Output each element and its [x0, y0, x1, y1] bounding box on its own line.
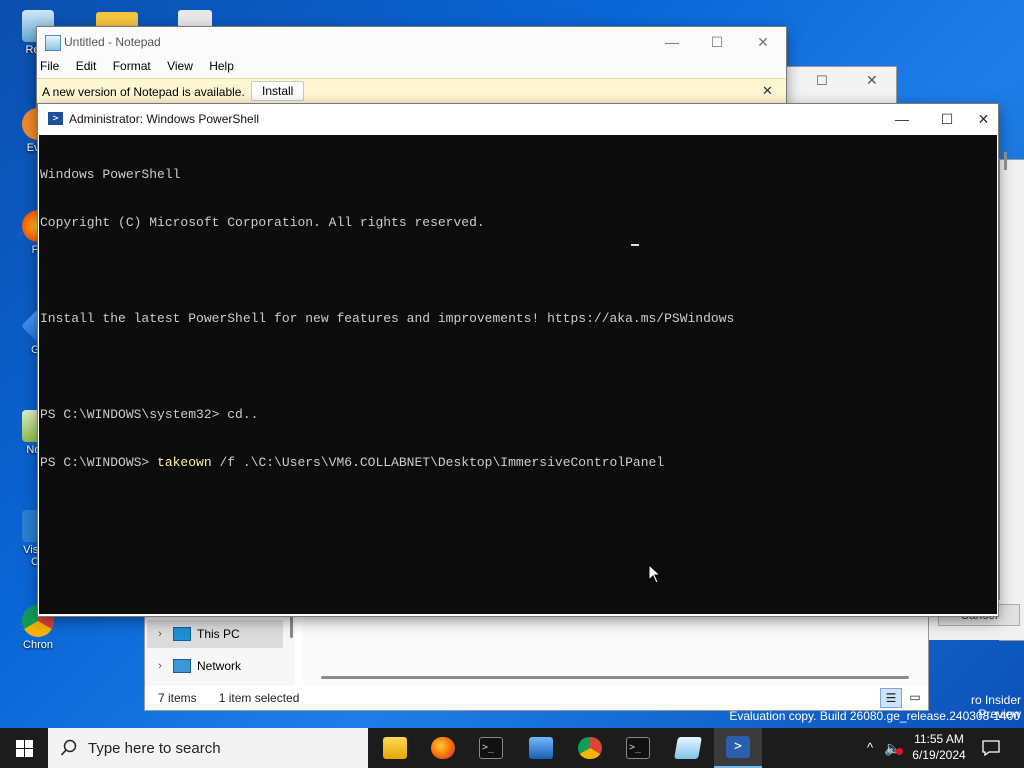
- details-view-icon[interactable]: ☰: [880, 688, 902, 708]
- maximize-button[interactable]: ☐: [924, 104, 970, 134]
- menu-edit[interactable]: Edit: [76, 59, 97, 73]
- text-cursor: [631, 244, 639, 246]
- taskbar-perfmon[interactable]: [517, 728, 565, 768]
- monitor-chart-icon: [529, 737, 553, 759]
- taskbar-notepad[interactable]: [664, 728, 712, 768]
- selection-count: 1 item selected: [218, 691, 300, 705]
- install-button[interactable]: Install: [251, 81, 305, 101]
- nav-pane-scrollbar[interactable]: [290, 616, 293, 638]
- notepad-icon: [674, 737, 702, 759]
- this-pc-icon: [173, 627, 191, 641]
- item-count: 7 items: [158, 691, 197, 705]
- taskbar: Type here to search >_ >_ > ^ 🔈 11:55 AM…: [0, 728, 1024, 768]
- console-input-line: PS C:\WINDOWS> takeown /f .\C:\Users\VM6…: [39, 455, 997, 471]
- nav-item-network[interactable]: › Network: [147, 652, 283, 680]
- close-button[interactable]: ✕: [969, 104, 998, 134]
- console-line: Copyright (C) Microsoft Corporation. All…: [40, 215, 485, 230]
- console-line: Install the latest PowerShell for new fe…: [40, 311, 735, 326]
- menu-view[interactable]: View: [167, 59, 193, 73]
- firefox-icon: [431, 737, 455, 759]
- powershell-title: Administrator: Windows PowerShell: [69, 112, 260, 126]
- update-banner: A new version of Notepad is available. I…: [37, 78, 786, 104]
- chrome-icon: [578, 737, 602, 759]
- windows-logo-icon: [15, 739, 33, 757]
- maximize-button[interactable]: ☐: [694, 27, 740, 57]
- command-text: takeown: [157, 455, 212, 470]
- terminal-icon: >_: [626, 737, 650, 759]
- notepad-window: Untitled - Notepad — ☐ ✕ File Edit Forma…: [37, 27, 786, 107]
- start-button[interactable]: [0, 728, 48, 768]
- muted-badge-icon: [896, 748, 903, 755]
- prompt-text: PS C:\WINDOWS>: [40, 455, 158, 470]
- close-button[interactable]: ✕: [740, 27, 786, 57]
- background-window: ☐ ✕: [786, 67, 896, 105]
- search-icon: [60, 739, 77, 756]
- taskbar-firefox[interactable]: [419, 728, 467, 768]
- notepad-menubar: File Edit Format View Help: [40, 59, 247, 75]
- notepad-app-icon: [45, 35, 61, 51]
- notification-icon: [982, 740, 1000, 756]
- update-banner-text: A new version of Notepad is available.: [42, 85, 245, 99]
- clock-date: 6/19/2024: [912, 748, 966, 762]
- status-bar: 7 items 1 item selected ☰ ▭: [145, 686, 928, 710]
- console-line: PS C:\WINDOWS\system32> cd..: [40, 407, 259, 422]
- powershell-app-icon: >: [48, 112, 63, 125]
- tiles-view-icon[interactable]: ▭: [905, 688, 925, 706]
- desktop-folder-icon[interactable]: [96, 12, 138, 28]
- horizontal-scrollbar[interactable]: [321, 676, 909, 679]
- minimize-button[interactable]: —: [649, 27, 695, 57]
- console-output[interactable]: Windows PowerShell Copyright (C) Microso…: [39, 135, 997, 614]
- terminal-icon: >_: [479, 737, 503, 759]
- notification-center-button[interactable]: [980, 737, 1002, 759]
- taskbar-clock[interactable]: 11:55 AM 6/19/2024: [906, 731, 972, 765]
- taskbar-powershell[interactable]: >: [714, 728, 762, 768]
- chevron-right-icon[interactable]: ›: [147, 628, 173, 640]
- nav-item-this-pc[interactable]: › This PC: [147, 620, 283, 648]
- menu-help[interactable]: Help: [209, 59, 234, 73]
- menu-file[interactable]: File: [40, 59, 59, 73]
- background-dialog: [1000, 160, 1024, 640]
- notepad-title: Untitled - Notepad: [64, 35, 161, 49]
- console-scroll-thumb[interactable]: [1004, 152, 1007, 170]
- desktop-icon-label: Chron: [23, 639, 53, 651]
- taskbar-cmd-2[interactable]: >_: [614, 728, 662, 768]
- file-explorer-window: › This PC › Network 7 items 1 item selec…: [145, 600, 928, 710]
- nav-item-label: This PC: [197, 627, 240, 641]
- powershell-icon: >: [726, 736, 750, 758]
- minimize-button[interactable]: —: [879, 104, 925, 134]
- command-args: /f .\C:\Users\VM6.COLLABNET\Desktop\Imme…: [211, 455, 665, 470]
- close-icon[interactable]: ✕: [866, 72, 878, 89]
- taskbar-file-explorer[interactable]: [371, 728, 419, 768]
- watermark-line-2: Evaluation copy. Build 26080.ge_release.…: [729, 709, 1020, 723]
- maximize-icon[interactable]: ☐: [816, 73, 828, 89]
- notepad-titlebar[interactable]: Untitled - Notepad — ☐ ✕: [37, 27, 786, 57]
- powershell-window: > Administrator: Windows PowerShell — ☐ …: [38, 104, 1007, 616]
- show-hidden-icons-button[interactable]: ^: [860, 738, 880, 758]
- desktop-settings-icon[interactable]: [178, 10, 212, 28]
- network-icon: [173, 659, 191, 673]
- close-banner-icon[interactable]: ✕: [762, 83, 773, 99]
- nav-item-label: Network: [197, 659, 242, 673]
- clock-time: 11:55 AM: [914, 732, 964, 746]
- volume-muted-icon[interactable]: 🔈: [884, 738, 906, 758]
- taskbar-chrome[interactable]: [566, 728, 614, 768]
- taskbar-search-box[interactable]: Type here to search: [48, 728, 368, 768]
- taskbar-cmd[interactable]: >_: [467, 728, 515, 768]
- console-scrollbar[interactable]: [997, 135, 998, 614]
- console-line: Windows PowerShell: [40, 167, 181, 182]
- menu-format[interactable]: Format: [113, 59, 151, 73]
- folder-icon: [383, 737, 407, 759]
- mouse-pointer-icon: [648, 564, 662, 584]
- chevron-right-icon[interactable]: ›: [147, 660, 173, 672]
- powershell-titlebar[interactable]: > Administrator: Windows PowerShell — ☐ …: [38, 104, 998, 135]
- search-placeholder: Type here to search: [88, 739, 221, 757]
